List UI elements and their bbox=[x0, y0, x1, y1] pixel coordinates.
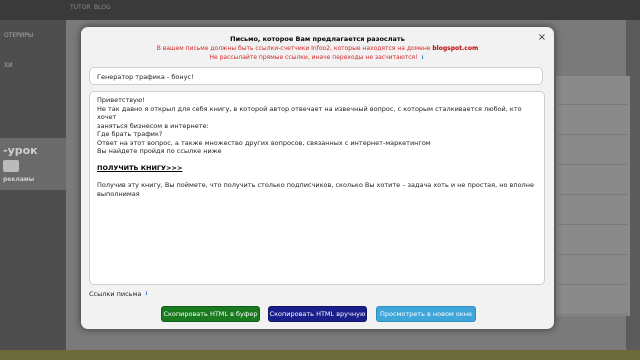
sidebar-label: ХИ bbox=[4, 62, 13, 69]
info-icon[interactable]: ℹ bbox=[143, 291, 149, 297]
table-row bbox=[558, 256, 628, 285]
promo-banner: -урок рекламы bbox=[0, 138, 66, 190]
topbar-item: TUTOR bbox=[70, 4, 91, 11]
table-row bbox=[558, 76, 628, 105]
preview-new-window-button[interactable]: Просмотреть в новом окне bbox=[376, 306, 476, 322]
background-bottombar bbox=[0, 350, 640, 360]
sidebar-label: ОТЕРИРЫ bbox=[4, 32, 34, 39]
body-line: Вы найдете пройдя по ссылке ниже bbox=[97, 147, 222, 155]
body-line: заняться бизнесом в интернете: bbox=[97, 121, 209, 130]
subject-field[interactable]: Генератор трафика - бонус! bbox=[89, 67, 543, 85]
table-row bbox=[558, 286, 628, 315]
warning-text-2: Не рассылайте прямые ссылки, иначе перех… bbox=[209, 54, 418, 61]
warning-domain: blogspot.com bbox=[432, 45, 479, 52]
copy-html-button[interactable]: Скопировать HTML в буфер bbox=[161, 306, 260, 322]
topbar-item: BLOG bbox=[94, 4, 111, 11]
email-preview-modal: Письмо, которое Вам предлагается разосла… bbox=[81, 27, 554, 329]
background-topbar: TUTOR BLOG bbox=[0, 0, 640, 20]
warning-text: В вашем письме должны быть ссылки-счетчи… bbox=[156, 45, 433, 52]
body-line: Где брать трафик? bbox=[97, 130, 163, 138]
body-line: Не так давно я открыл для себя книгу, в … bbox=[97, 104, 522, 122]
table-row bbox=[558, 196, 628, 225]
body-line: Приветствую! bbox=[97, 96, 145, 104]
body-line: Получив эту книгу, Вы поймете, что получ… bbox=[97, 181, 534, 189]
play-icon bbox=[3, 160, 19, 172]
close-button[interactable]: × bbox=[536, 32, 548, 44]
promo-text: рекламы bbox=[3, 176, 35, 183]
modal-warning-2: Не рассылайте прямые ссылки, иначе перех… bbox=[81, 54, 554, 61]
modal-warning: В вашем письме должны быть ссылки-счетчи… bbox=[81, 45, 554, 52]
promo-title: -урок bbox=[3, 144, 38, 157]
body-line: выполнимая bbox=[97, 189, 140, 198]
table-row bbox=[558, 226, 628, 255]
background-table bbox=[556, 76, 630, 316]
table-row bbox=[558, 106, 628, 135]
body-line: Ответ на этот вопрос, а также множество … bbox=[97, 138, 431, 147]
get-book-link[interactable]: ПОЛУЧИТЬ КНИГУ>>> bbox=[97, 164, 537, 173]
table-row bbox=[558, 136, 628, 165]
links-label-text: Ссылки письма bbox=[89, 290, 142, 298]
modal-title: Письмо, которое Вам предлагается разосла… bbox=[230, 35, 405, 43]
table-row bbox=[558, 166, 628, 195]
links-label: Ссылки письма ℹ bbox=[89, 290, 149, 298]
copy-html-manual-button[interactable]: Скопировать HTML вручную bbox=[268, 306, 367, 322]
info-icon[interactable]: ℹ bbox=[420, 55, 426, 61]
email-body-textarea[interactable]: Приветствую! Не так давно я открыл для с… bbox=[89, 91, 545, 285]
